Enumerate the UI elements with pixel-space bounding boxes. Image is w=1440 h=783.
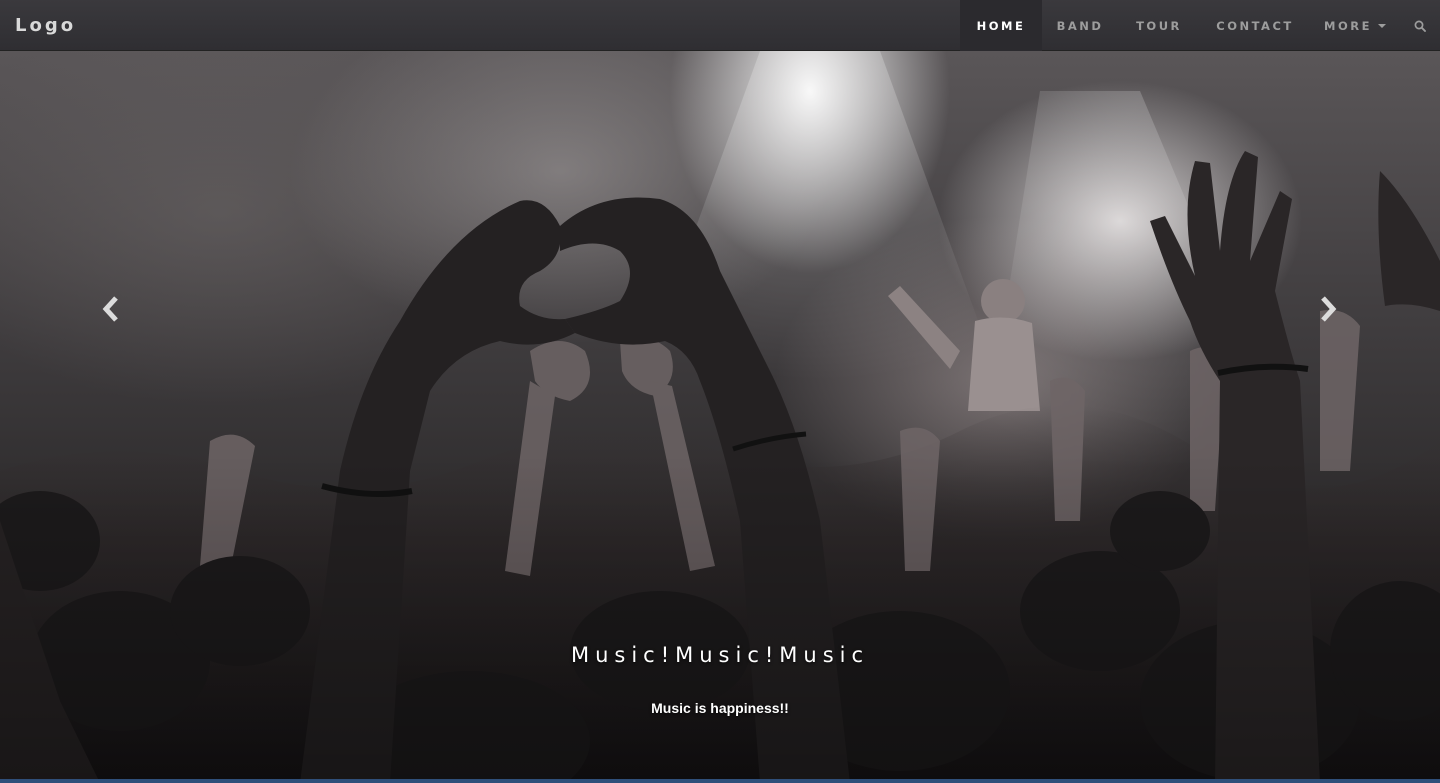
chevron-left-icon [102,296,118,322]
carousel-next-button[interactable] [1306,291,1350,327]
nav-item-home[interactable]: HOME [960,0,1042,51]
navbar: Logo HOME BAND TOUR CONTACT MORE [0,0,1440,51]
search-button[interactable] [1400,0,1440,51]
brand-logo[interactable]: Logo [15,0,76,51]
bottom-edge-strip [0,779,1440,783]
search-icon [1414,20,1426,32]
chevron-right-icon [1321,296,1337,322]
carousel-prev-button[interactable] [89,291,133,327]
page: Logo HOME BAND TOUR CONTACT MORE Music!M… [0,0,1440,783]
nav-item-contact[interactable]: CONTACT [1200,0,1310,51]
carousel-caption-text: Music is happiness!! [651,700,789,716]
nav-menu: HOME BAND TOUR CONTACT MORE [960,0,1440,51]
nav-item-tour[interactable]: TOUR [1118,0,1200,51]
nav-item-contact-label: CONTACT [1216,18,1294,33]
carousel-caption-title: Music!Music!Music [570,643,870,667]
nav-item-band[interactable]: BAND [1042,0,1118,51]
nav-item-more-dropdown[interactable]: MORE [1310,0,1400,51]
concert-crowd-image [0,51,1440,783]
nav-item-tour-label: TOUR [1136,18,1182,33]
carousel-slide: Music!Music!Music Music is happiness!! [0,51,1440,783]
caret-down-icon [1377,23,1386,28]
nav-item-band-label: BAND [1056,18,1104,33]
nav-item-home-label: HOME [976,18,1026,33]
nav-item-more-label: MORE [1324,18,1372,33]
